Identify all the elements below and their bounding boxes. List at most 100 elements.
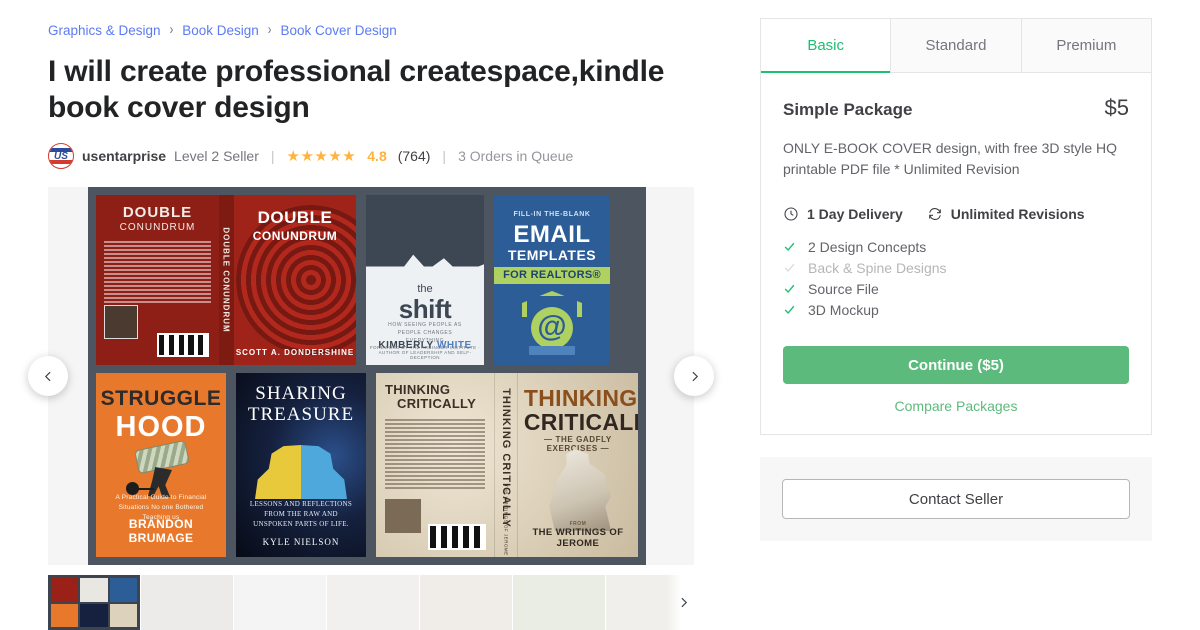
profile-right-icon xyxy=(301,445,347,499)
cover-spine: THINKING CRITICALLY THE WRITINGS OF JERO… xyxy=(494,373,518,557)
gig-page: Graphics & Design › Book Design › Book C… xyxy=(0,0,1200,630)
thumbnail-my-dad-book-mockup[interactable] xyxy=(234,575,326,630)
cover-front-footer: FROM THE WRITINGS OF JEROME xyxy=(524,521,632,549)
cover-spine-text: DOUBLE CONUNDRUM xyxy=(222,227,231,332)
check-icon-disabled xyxy=(783,261,796,274)
breadcrumb-item-book-cover-design[interactable]: Book Cover Design xyxy=(280,23,396,38)
breadcrumb: Graphics & Design › Book Design › Book C… xyxy=(48,20,760,40)
gig-main-column: Graphics & Design › Book Design › Book C… xyxy=(0,0,760,630)
divider: | xyxy=(271,148,275,164)
tab-standard[interactable]: Standard xyxy=(890,19,1020,73)
cover-thinking-critically: THINKING CRITICALLY THINKING CRITICALLY xyxy=(376,373,638,557)
seller-name[interactable]: usentarprise xyxy=(82,148,166,164)
package-header: Simple Package $5 xyxy=(783,95,1129,121)
thumbnail-book-covers-grid[interactable] xyxy=(48,575,140,630)
gallery-row-bottom: STRUGGLE HOOD A Practical Guide to Finan… xyxy=(88,373,646,565)
tab-premium[interactable]: Premium xyxy=(1021,19,1151,73)
gallery-next-button[interactable] xyxy=(674,356,714,396)
cover-band: FOR REALTORS® xyxy=(494,267,610,284)
thumbnail-green-house-book-spread[interactable] xyxy=(513,575,605,630)
package-body: Simple Package $5 ONLY E-BOOK COVER desi… xyxy=(761,73,1151,434)
statue-graphic xyxy=(542,449,614,531)
cover-spine-subtext: THE WRITINGS OF JEROME xyxy=(503,485,508,556)
delivery-time: 1 Day Delivery xyxy=(783,206,903,222)
cover-title: SHARING TREASURE xyxy=(236,383,366,425)
delivery-label: 1 Day Delivery xyxy=(807,206,903,222)
gig-gallery: DOUBLE CONUNDRUM DOUBLE CONUNDRUM xyxy=(48,187,694,565)
profile-left-icon xyxy=(255,445,301,499)
rating-value: 4.8 xyxy=(367,148,386,164)
package-features: 2 Design Concepts Back & Spine Designs S… xyxy=(783,236,1129,320)
cover-author-photo xyxy=(385,499,421,533)
tab-basic[interactable]: Basic xyxy=(761,19,890,73)
avatar[interactable]: US xyxy=(48,143,74,169)
chevron-right-icon: › xyxy=(170,23,174,38)
cover-author: BRANDON BRUMAGE xyxy=(96,517,226,545)
cover-front-panel: DOUBLE CONUNDRUM SCOTT A. DONDERSHINE xyxy=(234,195,356,365)
chevron-right-icon xyxy=(677,596,690,609)
cover-title-line2: HOOD xyxy=(96,411,226,444)
package-tabs: Basic Standard Premium xyxy=(761,19,1151,73)
compare-packages-link[interactable]: Compare Packages xyxy=(783,398,1129,414)
cover-kicker: FILL-IN THE-BLANK xyxy=(494,211,610,218)
thumbnail-image xyxy=(513,575,605,630)
page-title: I will create professional createspace,k… xyxy=(48,54,688,126)
cover-back-panel: THINKING CRITICALLY xyxy=(376,373,494,557)
thumbnail-image xyxy=(234,575,326,630)
facing-profiles-graphic xyxy=(255,445,347,499)
gallery-row-top: DOUBLE CONUNDRUM DOUBLE CONUNDRUM xyxy=(88,187,646,373)
thumbnail-assertive-book-spread[interactable] xyxy=(327,575,419,630)
cover-front-title: DOUBLE CONUNDRUM xyxy=(240,209,350,245)
thumbnail-chaos-book-spread[interactable] xyxy=(141,575,233,630)
package-name: Simple Package xyxy=(783,100,912,120)
cover-title-line1: DOUBLE xyxy=(104,205,211,220)
avatar-initials: US xyxy=(49,144,73,168)
orders-in-queue: 3 Orders in Queue xyxy=(458,148,573,164)
at-symbol-icon: @ xyxy=(531,307,573,349)
feature-item: Source File xyxy=(783,278,1129,299)
revisions-count: Unlimited Revisions xyxy=(927,206,1085,222)
publisher-logo xyxy=(529,346,575,355)
contact-seller-button[interactable]: Contact Seller xyxy=(782,479,1130,519)
feature-item: Back & Spine Designs xyxy=(783,257,1129,278)
breadcrumb-item-graphics-design[interactable]: Graphics & Design xyxy=(48,23,161,38)
cover-back-panel: DOUBLE CONUNDRUM xyxy=(96,195,219,365)
thumbnail-next-button[interactable] xyxy=(666,575,694,630)
cover-author: SCOTT A. DONDERSHINE xyxy=(234,348,356,357)
thumbnail-image xyxy=(141,575,233,630)
check-icon xyxy=(783,303,796,316)
feature-label: 2 Design Concepts xyxy=(808,239,926,255)
gallery-main-image[interactable]: DOUBLE CONUNDRUM DOUBLE CONUNDRUM xyxy=(88,187,646,565)
gallery-thumbnail-strip xyxy=(48,575,694,630)
thumbnail-mensuales-book-cover[interactable] xyxy=(420,575,512,630)
chain-icon xyxy=(138,488,154,490)
feature-label: 3D Mockup xyxy=(808,302,879,318)
cover-subtitle: LESSONS AND REFLECTIONS FROM THE RAW AND… xyxy=(244,499,358,529)
thumbnail-image xyxy=(420,575,512,630)
contact-seller-card: Contact Seller xyxy=(760,457,1152,541)
continue-button[interactable]: Continue ($5) xyxy=(783,346,1129,384)
chevron-left-icon xyxy=(42,370,55,383)
feature-item: 2 Design Concepts xyxy=(783,236,1129,257)
cover-front-title-line2: CRITICALLY xyxy=(524,409,632,436)
cover-double-conundrum: DOUBLE CONUNDRUM DOUBLE CONUNDRUM xyxy=(96,195,356,365)
cover-back-title: THINKING CRITICALLY xyxy=(385,383,485,411)
cover-body-text xyxy=(385,419,485,489)
gig-sidebar: Basic Standard Premium Simple Package $5… xyxy=(760,0,1200,630)
barcode-icon xyxy=(157,333,209,357)
cover-email-templates: FILL-IN THE-BLANK EMAIL TEMPLATES FOR RE… xyxy=(494,195,610,365)
package-price: $5 xyxy=(1105,95,1129,121)
cover-the-shift: the shift HOW SEEING PEOPLE AS PEOPLE CH… xyxy=(366,195,484,365)
cover-spine: DOUBLE CONUNDRUM xyxy=(219,195,234,365)
cover-footer: FOREWORD BY THE ARBINGER INSTITUTE · AUT… xyxy=(366,345,484,360)
rating-count: (764) xyxy=(398,148,431,164)
breadcrumb-item-book-design[interactable]: Book Design xyxy=(182,23,259,38)
thumbnail-image xyxy=(48,575,140,630)
cover-front-title-line1: THINKING xyxy=(524,385,632,412)
check-icon xyxy=(783,282,796,295)
cover-title: EMAIL xyxy=(494,221,610,249)
cover-author-photo xyxy=(104,305,138,339)
revisions-label: Unlimited Revisions xyxy=(951,206,1085,222)
gallery-prev-button[interactable] xyxy=(28,356,68,396)
feature-label: Source File xyxy=(808,281,879,297)
